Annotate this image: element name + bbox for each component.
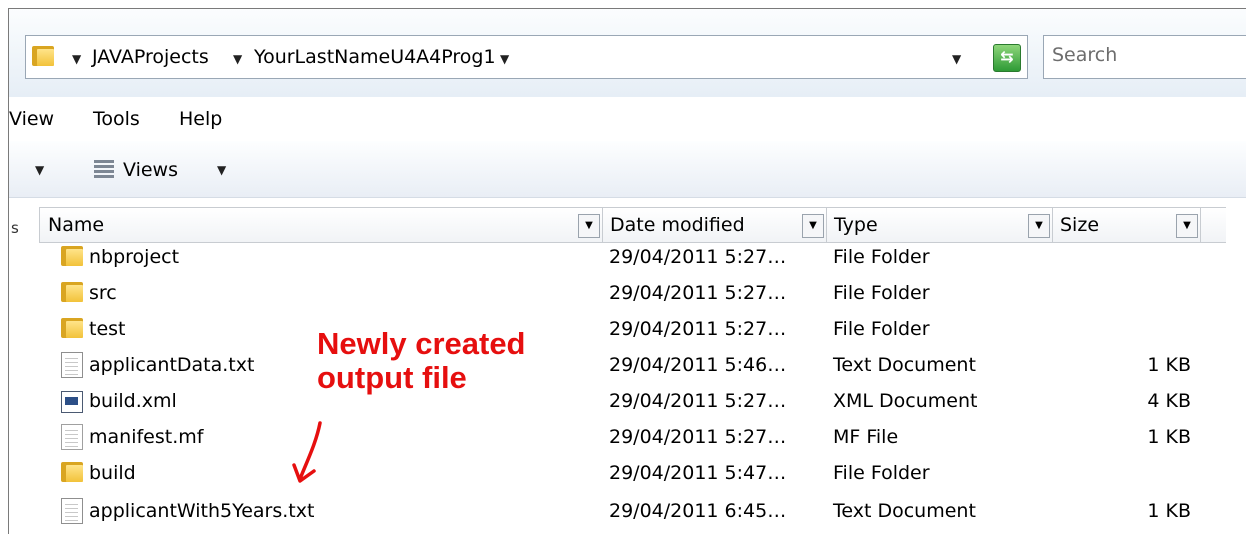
folder-icon <box>61 462 83 482</box>
file-row[interactable]: build 29/04/2011 5:47… File Folder <box>39 455 1225 491</box>
file-date: 29/04/2011 5:47… <box>609 462 787 484</box>
search-box[interactable] <box>1043 35 1246 79</box>
file-name[interactable]: test <box>89 311 126 347</box>
file-date: 29/04/2011 5:46… <box>609 354 787 376</box>
column-header-name[interactable]: Name ▼ <box>40 208 603 242</box>
column-header-date[interactable]: Date modified ▼ <box>602 208 827 242</box>
file-row[interactable]: applicantData.txt 29/04/2011 5:46… Text … <box>39 347 1225 383</box>
folder-icon <box>32 46 54 66</box>
search-input[interactable] <box>1044 36 1246 74</box>
file-row[interactable]: test 29/04/2011 5:27… File Folder <box>39 311 1225 347</box>
file-name[interactable]: build.xml <box>89 383 177 419</box>
file-date: 29/04/2011 5:27… <box>609 390 787 412</box>
toolbar <box>9 141 1246 198</box>
file-row[interactable]: build.xml 29/04/2011 5:27… XML Document … <box>39 383 1225 419</box>
column-header-row: Name ▼ Date modified ▼ Type ▼ Size ▼ <box>39 207 1226 243</box>
sort-dropdown-icon[interactable]: ▼ <box>1176 214 1198 238</box>
sort-dropdown-icon[interactable]: ▼ <box>578 214 600 238</box>
menu-tools[interactable]: Tools <box>93 105 140 133</box>
annotation-line-1: Newly created <box>317 326 526 361</box>
file-type: XML Document <box>833 390 978 412</box>
file-date: 29/04/2011 5:27… <box>609 426 787 448</box>
file-type: File Folder <box>833 318 930 340</box>
views-button[interactable]: Views <box>123 155 178 185</box>
file-date: 29/04/2011 6:45… <box>609 500 787 522</box>
file-type: Text Document <box>833 354 976 376</box>
file-name[interactable]: nbproject <box>89 239 179 275</box>
menu-view[interactable]: View <box>9 105 54 133</box>
file-name[interactable]: applicantData.txt <box>89 347 254 383</box>
chevron-down-icon[interactable]: ▼ <box>233 48 242 70</box>
file-type: Text Document <box>833 500 976 522</box>
explorer-window: ▼ JAVAProjects ▼ YourLastNameU4A4Prog1 ▼… <box>8 8 1246 534</box>
folder-icon <box>61 246 83 266</box>
file-type: File Folder <box>833 462 930 484</box>
file-row[interactable]: applicantWith5Years.txt 29/04/2011 6:45…… <box>39 493 1225 529</box>
sort-dropdown-icon[interactable]: ▼ <box>1028 214 1050 238</box>
file-type: MF File <box>833 426 899 448</box>
file-name[interactable]: manifest.mf <box>89 419 203 455</box>
annotation-line-2: output file <box>317 360 467 395</box>
organize-dropdown-icon[interactable]: ▼ <box>35 163 44 177</box>
file-size: 1 KB <box>1147 500 1191 522</box>
nav-pane-fragment: s <box>11 219 19 237</box>
file-type: File Folder <box>833 282 930 304</box>
refresh-button[interactable]: ⇆ <box>985 35 1028 79</box>
column-header-size[interactable]: Size ▼ <box>1052 208 1201 242</box>
address-bar[interactable]: ▼ JAVAProjects ▼ YourLastNameU4A4Prog1 ▼… <box>25 35 987 79</box>
views-icon <box>94 159 114 181</box>
file-size: 4 KB <box>1147 390 1191 412</box>
file-size: 1 KB <box>1147 426 1191 448</box>
file-size: 1 KB <box>1147 354 1191 376</box>
sort-dropdown-icon[interactable]: ▼ <box>802 214 824 238</box>
column-header-type[interactable]: Type ▼ <box>826 208 1053 242</box>
text-file-icon <box>61 498 83 524</box>
refresh-icon: ⇆ <box>993 44 1021 72</box>
blank-file-icon <box>61 424 83 450</box>
breadcrumb-project[interactable]: YourLastNameU4A4Prog1 <box>254 46 496 68</box>
chevron-down-icon[interactable]: ▼ <box>72 48 81 70</box>
file-row[interactable]: manifest.mf 29/04/2011 5:27… MF File 1 K… <box>39 419 1225 455</box>
views-dropdown-icon[interactable]: ▼ <box>217 163 226 177</box>
address-history-dropdown-icon[interactable]: ▼ <box>952 48 961 70</box>
annotation-arrow-icon <box>292 421 322 483</box>
breadcrumb-javaprojects[interactable]: JAVAProjects <box>92 46 209 68</box>
toolbar-truncated-dot: · <box>9 159 10 183</box>
text-file-icon <box>61 352 83 378</box>
menu-help[interactable]: Help <box>179 105 222 133</box>
folder-icon <box>61 318 83 338</box>
file-date: 29/04/2011 5:27… <box>609 318 787 340</box>
folder-icon <box>61 282 83 302</box>
file-name[interactable]: applicantWith5Years.txt <box>89 493 314 529</box>
chevron-down-icon[interactable]: ▼ <box>500 48 509 70</box>
file-date: 29/04/2011 5:27… <box>609 246 787 268</box>
file-type: File Folder <box>833 246 930 268</box>
file-name[interactable]: build <box>89 455 136 491</box>
file-row[interactable]: nbproject 29/04/2011 5:27… File Folder <box>39 239 1225 275</box>
file-date: 29/04/2011 5:27… <box>609 282 787 304</box>
xml-file-icon <box>61 391 83 413</box>
file-name[interactable]: src <box>89 275 117 311</box>
file-row[interactable]: src 29/04/2011 5:27… File Folder <box>39 275 1225 311</box>
